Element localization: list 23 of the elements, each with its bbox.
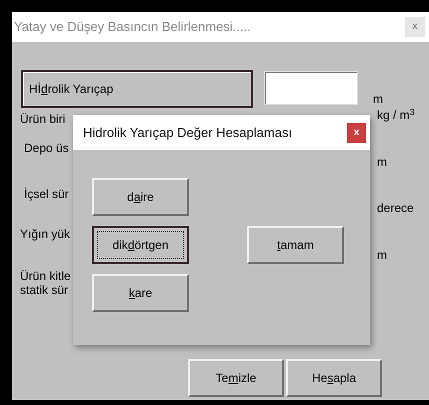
unit-label: derece <box>377 201 415 215</box>
clear-button[interactable]: Temizle <box>188 359 284 397</box>
field-label: Ürün biri <box>20 112 66 126</box>
ok-button[interactable]: tamam <box>247 226 344 264</box>
shape-button[interactable]: daire <box>92 178 189 216</box>
hydraulic-radius-button[interactable]: Hİdrolik Yarıçap <box>21 70 253 108</box>
unit-label: m <box>373 91 383 108</box>
field-label: statik sür <box>20 283 70 297</box>
input-field[interactable] <box>264 71 358 105</box>
field-label: Ürün kitle <box>20 269 72 283</box>
field-label: Depo üs <box>24 141 70 155</box>
field-label: Yığın yük <box>20 227 72 241</box>
shape-button[interactable]: dikdörtgen <box>92 226 189 264</box>
unit-label: m <box>377 248 388 262</box>
unit-label: kg / m$^{3}$ <box>377 108 416 122</box>
dialog-title: Hidrolik Yarıçap Değer Hesaplaması <box>83 124 292 142</box>
close-button[interactable]: x <box>347 122 366 142</box>
field-label: İçsel sür <box>24 187 70 201</box>
window-title: Yatay ve Düşey Basıncın Belirlenmesi..... <box>14 18 251 36</box>
close-button[interactable]: x <box>405 17 425 37</box>
unit-label: m <box>377 155 388 169</box>
calculate-button[interactable]: Hesapla <box>286 359 382 397</box>
shape-button[interactable]: kare <box>92 274 189 312</box>
